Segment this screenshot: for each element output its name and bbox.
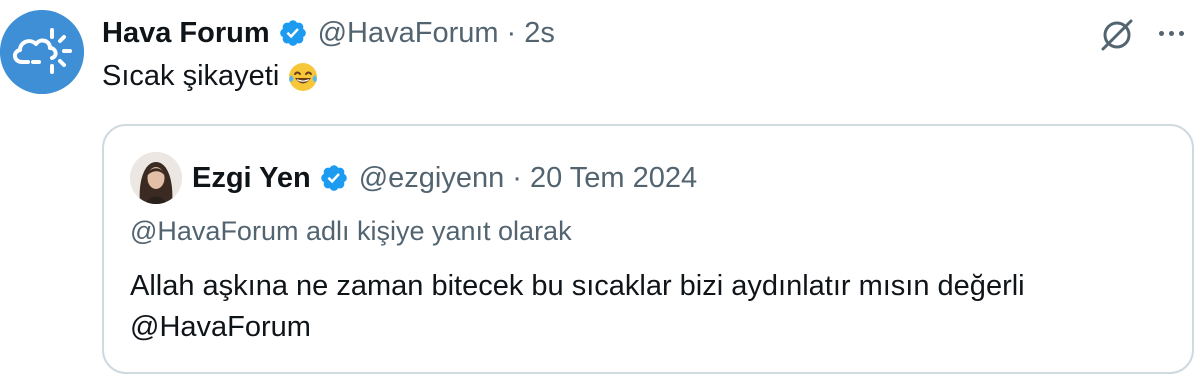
more-dot	[1168, 30, 1174, 36]
avatar[interactable]	[0, 10, 84, 94]
reply-context: @HavaForum adlı kişiye yanıt olarak	[130, 216, 572, 246]
verified-badge-icon[interactable]	[319, 163, 349, 193]
author-handle[interactable]: @HavaForum	[318, 17, 499, 50]
weather-logo-icon	[0, 10, 84, 94]
quoted-text-mention[interactable]: @HavaForum	[130, 307, 1170, 348]
verified-badge-icon[interactable]	[278, 18, 308, 48]
timestamp[interactable]: 2s	[524, 17, 555, 50]
more-dot	[1158, 30, 1164, 36]
more-icon[interactable]	[1152, 18, 1190, 48]
quoted-tweet-card[interactable]: Ezgi Yen @ezgiyenn · 20 Tem 2024 @HavaFo…	[102, 124, 1194, 374]
separator-dot: ·	[512, 161, 522, 194]
separator-dot: ·	[506, 16, 517, 49]
tweet-text: Sıcak şikayeti	[102, 60, 319, 93]
quoted-tweet-header: Ezgi Yen @ezgiyenn · 20 Tem 2024	[192, 158, 697, 198]
more-dot	[1178, 30, 1184, 36]
face-with-tears-of-joy-icon	[287, 61, 319, 93]
quoted-author-name[interactable]: Ezgi Yen	[192, 162, 311, 195]
quoted-text-line: Allah aşkına ne zaman bitecek bu sıcakla…	[130, 270, 1025, 302]
tweet-text-content: Sıcak şikayeti	[102, 60, 280, 92]
author-name[interactable]: Hava Forum	[102, 17, 270, 50]
tweet[interactable]: Hava Forum @HavaForum · 2s Sıcak şikayet…	[0, 0, 1200, 382]
grok-icon[interactable]	[1098, 16, 1136, 54]
quoted-date[interactable]: 20 Tem 2024	[530, 162, 697, 195]
quoted-avatar[interactable]	[130, 152, 182, 204]
quoted-author-handle[interactable]: @ezgiyenn	[359, 162, 505, 195]
tweet-header: Hava Forum @HavaForum · 2s	[102, 14, 555, 52]
quoted-tweet-text: Allah aşkına ne zaman bitecek bu sıcakla…	[130, 266, 1170, 348]
